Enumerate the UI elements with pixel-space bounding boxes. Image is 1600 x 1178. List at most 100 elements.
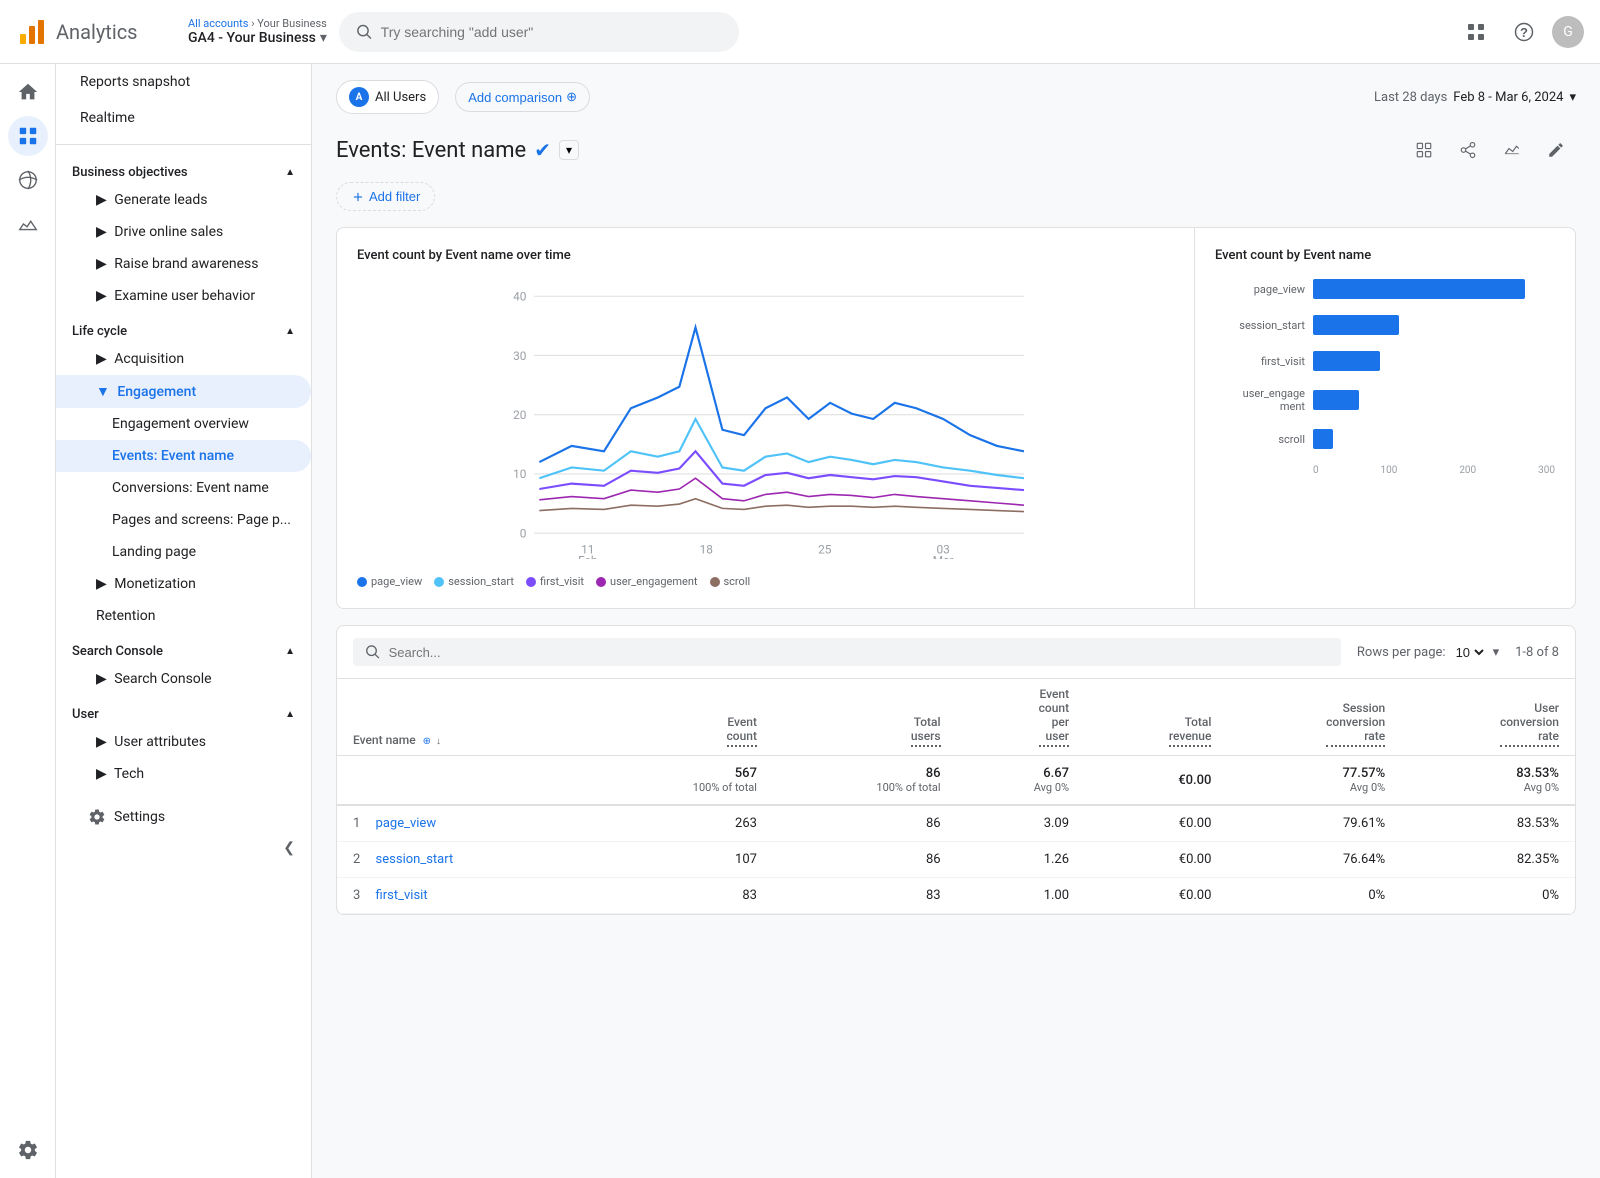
chevron-up-icon-lifecycle: ▲ — [285, 326, 295, 337]
sidebar-icon-explore[interactable] — [8, 160, 48, 200]
legend-dot-page-view — [357, 577, 367, 587]
caret-down-icon: ▼ — [96, 384, 110, 400]
business-name[interactable]: GA4 - Your Business ▾ — [188, 30, 327, 46]
search-bar[interactable] — [339, 12, 739, 52]
charts-row: Event count by Event name over time 40 3… — [336, 227, 1576, 609]
nav-search-console[interactable]: ▶ Search Console — [56, 663, 311, 695]
bar-fill-scroll — [1313, 429, 1333, 449]
edit-button[interactable] — [1536, 130, 1576, 170]
add-column-icon[interactable]: ⊕ — [423, 736, 431, 747]
user-segment-pill[interactable]: A All Users — [336, 80, 439, 114]
add-comparison-button[interactable]: Add comparison ⊕ — [455, 82, 590, 112]
legend-first-visit: first_visit — [526, 575, 584, 588]
total-user-conv: 83.53% Avg 0% — [1401, 756, 1575, 806]
bar-track-first-visit — [1313, 351, 1555, 371]
caret-right-icon: ▶ — [96, 192, 107, 208]
nav-monetization[interactable]: ▶ Monetization — [56, 568, 311, 600]
nav-settings[interactable]: Settings — [72, 798, 295, 836]
nav-raise-brand-awareness[interactable]: ▶ Raise brand awareness — [56, 248, 311, 280]
row-3-event-count: 83 — [589, 878, 773, 914]
nav-engagement[interactable]: ▼ Engagement — [56, 375, 311, 408]
nav-retention[interactable]: Retention — [56, 600, 311, 632]
rows-per-page-select[interactable]: 10 25 50 — [1452, 644, 1487, 661]
nav-pages-screens[interactable]: Pages and screens: Page p... — [56, 504, 311, 536]
th-ec-per-user[interactable]: Eventcountperuser — [957, 679, 1085, 756]
nav-events-event-name[interactable]: Events: Event name — [56, 440, 311, 472]
share-button[interactable] — [1448, 130, 1488, 170]
title-dropdown-button[interactable]: ▾ — [559, 140, 579, 160]
bar-row-page-view: page_view — [1215, 279, 1555, 299]
caret-right-icon: ▶ — [96, 224, 107, 240]
analytics-logo-icon — [16, 16, 48, 48]
apps-icon-button[interactable] — [1456, 12, 1496, 52]
sidebar-icon-advertising[interactable] — [8, 204, 48, 244]
bar-fill-first-visit — [1313, 351, 1380, 371]
help-icon-button[interactable]: ? — [1504, 12, 1544, 52]
nav-acquisition[interactable]: ▶ Acquisition — [56, 343, 311, 375]
apps-icon — [1466, 22, 1486, 42]
svg-text:10: 10 — [513, 467, 526, 481]
nav-landing-page[interactable]: Landing page — [56, 536, 311, 568]
nav-drive-online-sales[interactable]: ▶ Drive online sales — [56, 216, 311, 248]
chevron-up-icon: ▲ — [285, 167, 295, 178]
sort-icon-event-name[interactable]: ↓ — [436, 736, 441, 747]
row-3-rank-name: 3 first_visit — [337, 878, 589, 914]
th-session-conversion[interactable]: Sessionconversionrate — [1227, 679, 1401, 756]
row-1-event-link[interactable]: page_view — [376, 816, 437, 831]
svg-text:0: 0 — [520, 526, 527, 540]
table-search-icon — [365, 644, 381, 660]
sidebar-icon-reports[interactable] — [8, 116, 48, 156]
line-chart-container: Event count by Event name over time 40 3… — [337, 228, 1195, 608]
legend-page-view: page_view — [357, 575, 422, 588]
rows-per-page: Rows per page: 10 25 50 ▾ — [1357, 644, 1499, 661]
table-search-input[interactable] — [389, 645, 1329, 660]
sidebar-icon-home[interactable] — [8, 72, 48, 112]
nav-tech[interactable]: ▶ Tech — [56, 758, 311, 790]
chevron-down-icon-rows: ▾ — [1493, 645, 1500, 660]
collapse-icon[interactable]: ❮ — [283, 840, 295, 856]
customize-report-button[interactable] — [1404, 130, 1444, 170]
table-search[interactable] — [353, 638, 1341, 666]
nav-section-business-objectives[interactable]: Business objectives ▲ — [56, 153, 311, 184]
th-total-revenue[interactable]: Totalrevenue — [1085, 679, 1227, 756]
th-event-count[interactable]: Eventcount — [589, 679, 773, 756]
user-avatar[interactable]: G — [1552, 16, 1584, 48]
row-1-ec-per-user: 3.09 — [957, 805, 1085, 842]
pagination-info: 1-8 of 8 — [1515, 645, 1559, 660]
nav-section-search-console[interactable]: Search Console ▲ — [56, 632, 311, 663]
sidebar-icon-settings[interactable] — [8, 1130, 48, 1170]
share-icon — [1459, 141, 1477, 159]
th-event-name[interactable]: Event name ⊕ ↓ — [337, 679, 589, 756]
nav-realtime[interactable]: Realtime — [56, 100, 311, 136]
add-filter-button[interactable]: Add filter — [336, 182, 435, 211]
help-icon: ? — [1514, 22, 1534, 42]
th-user-conversion[interactable]: Userconversionrate — [1401, 679, 1575, 756]
line-chart-title: Event count by Event name over time — [357, 248, 1174, 263]
total-session-conv: 77.57% Avg 0% — [1227, 756, 1401, 806]
nav-engagement-overview[interactable]: Engagement overview — [56, 408, 311, 440]
nav-reports-snapshot[interactable]: Reports snapshot — [56, 64, 311, 100]
bar-track-session-start — [1313, 315, 1555, 335]
nav-generate-leads[interactable]: ▶ Generate leads — [56, 184, 311, 216]
breadcrumb-all-accounts[interactable]: All accounts — [188, 17, 248, 30]
row-2-rank-name: 2 session_start — [337, 842, 589, 878]
row-3-event-link[interactable]: first_visit — [376, 888, 428, 903]
row-2-event-link[interactable]: session_start — [376, 852, 454, 867]
search-input[interactable] — [381, 24, 722, 40]
chart-legend: page_view session_start first_visit user… — [357, 575, 1174, 588]
row-2-revenue: €0.00 — [1085, 842, 1227, 878]
date-range-picker[interactable]: Last 28 days Feb 8 - Mar 6, 2024 ▾ — [1374, 90, 1576, 105]
row-1-event-count: 263 — [589, 805, 773, 842]
nav-section-life-cycle[interactable]: Life cycle ▲ — [56, 312, 311, 343]
topbar-right: ? G — [1456, 12, 1584, 52]
nav-user-attributes[interactable]: ▶ User attributes — [56, 726, 311, 758]
th-total-users[interactable]: Totalusers — [773, 679, 957, 756]
row-1-revenue: €0.00 — [1085, 805, 1227, 842]
insights-button[interactable] — [1492, 130, 1532, 170]
settings-icon — [88, 808, 106, 826]
nav-conversions-event-name[interactable]: Conversions: Event name — [56, 472, 311, 504]
collapse-sidebar[interactable]: ❮ — [72, 836, 295, 860]
nav-section-user[interactable]: User ▲ — [56, 695, 311, 726]
breadcrumb-top: All accounts › Your Business — [188, 17, 327, 30]
nav-examine-user-behavior[interactable]: ▶ Examine user behavior — [56, 280, 311, 312]
